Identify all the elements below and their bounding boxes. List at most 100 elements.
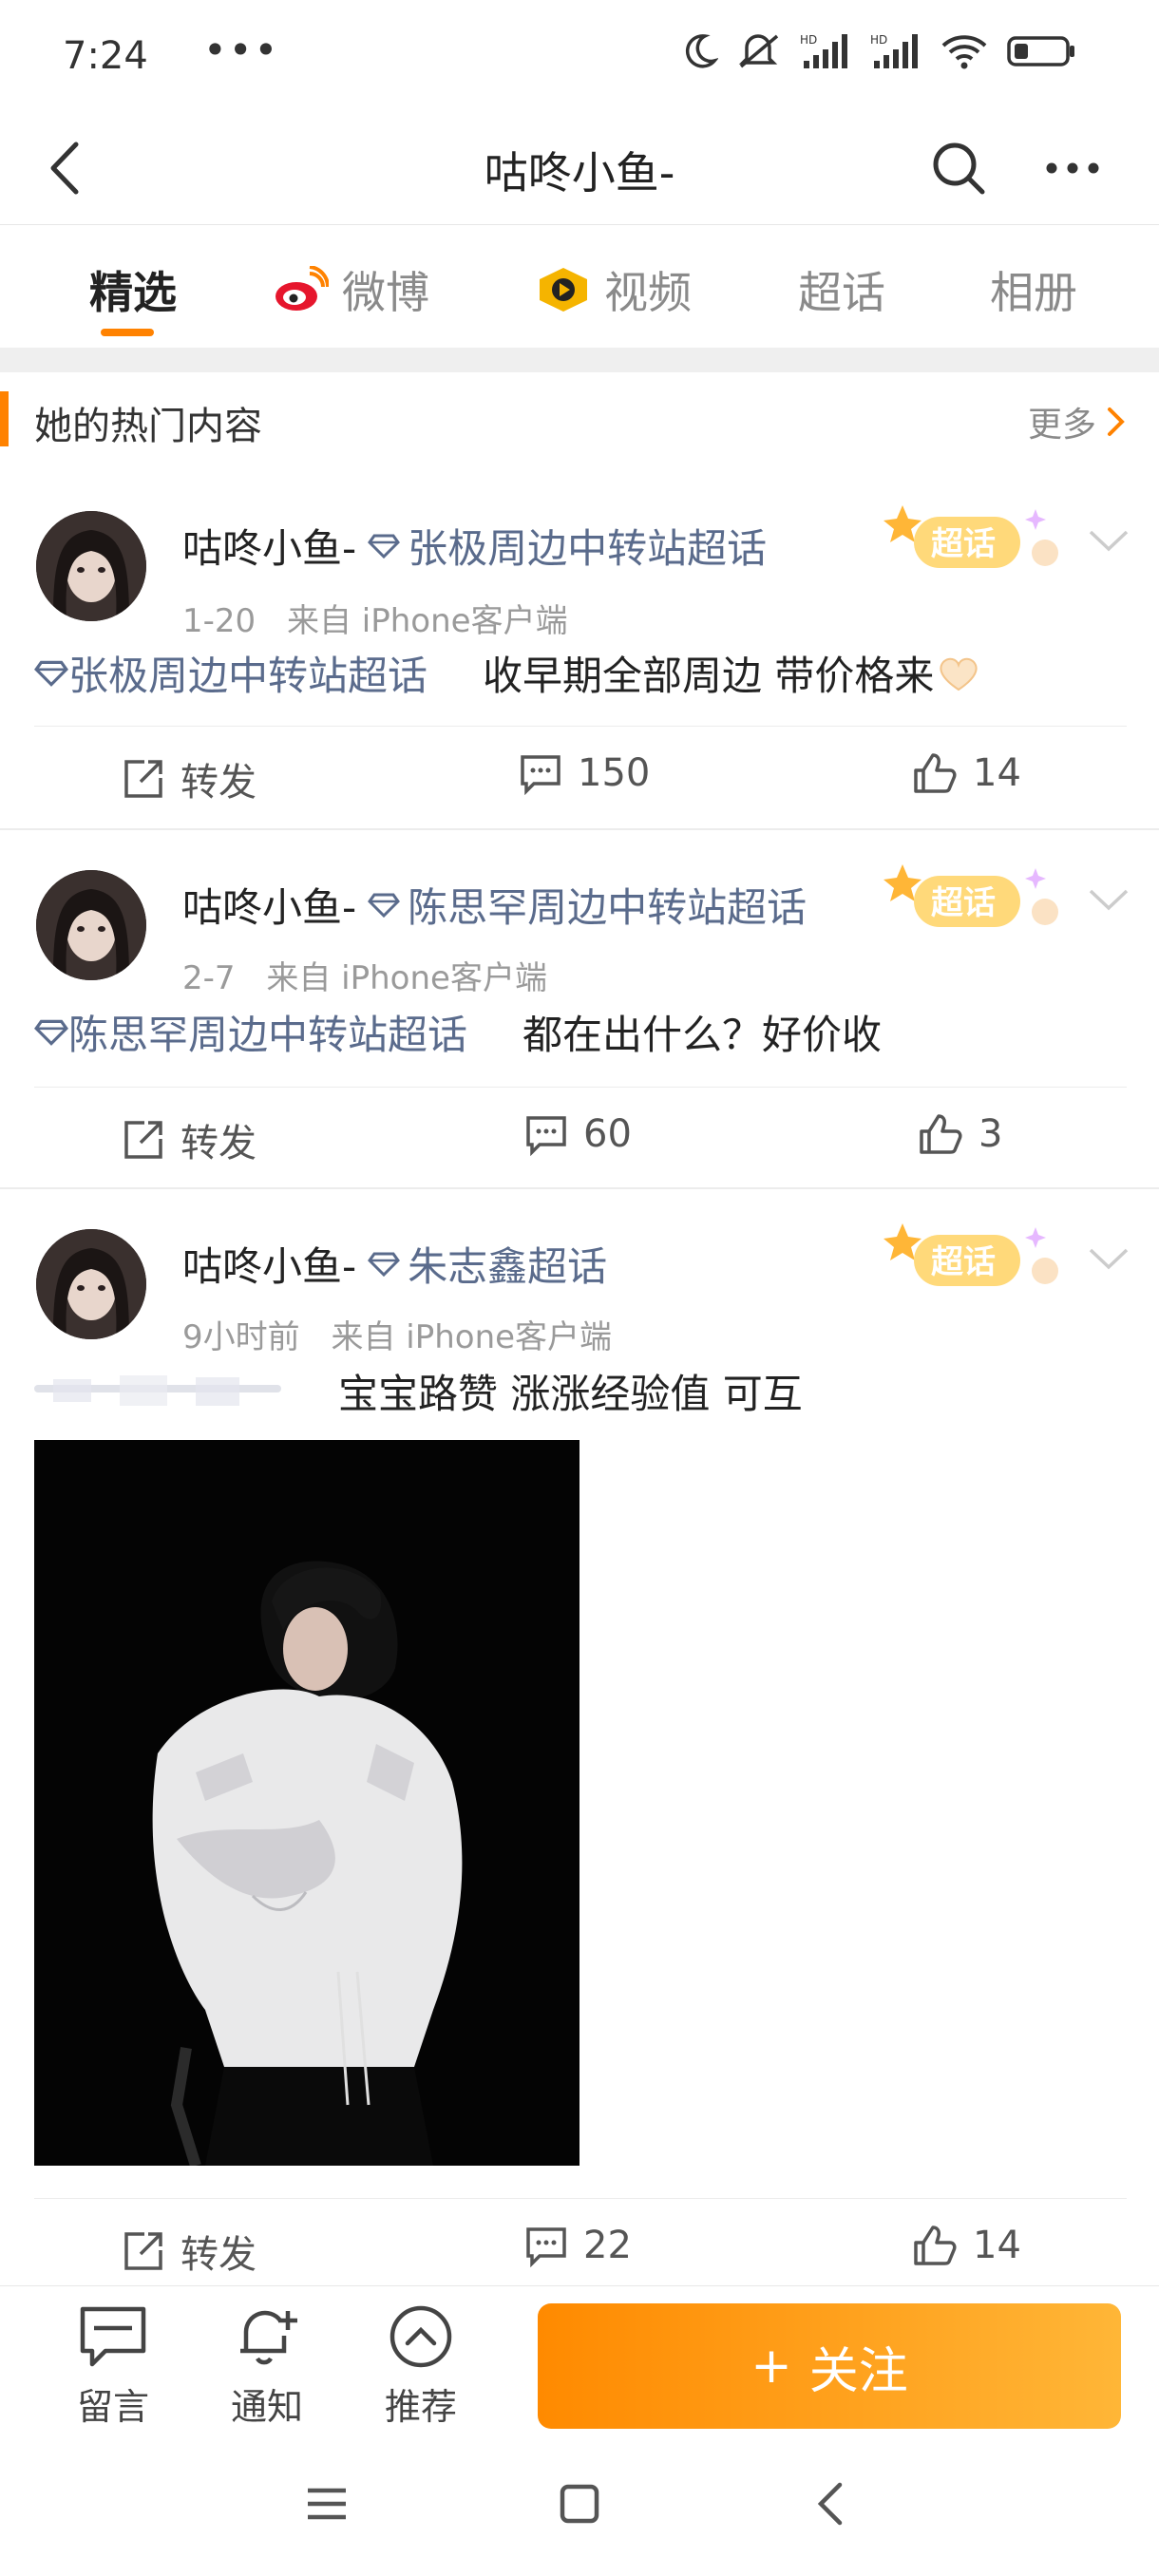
comment-icon <box>526 2227 566 2267</box>
supertopic-link[interactable]: 陈思罕周边中转站超话 <box>408 876 807 934</box>
username[interactable]: 咕咚小鱼- <box>182 517 356 575</box>
like-count: 14 <box>973 2224 1021 2267</box>
post-header: 咕咚小鱼- 陈思罕周边中转站超话 <box>182 876 807 934</box>
tab-album[interactable]: 相册 <box>990 258 1077 321</box>
topic-link-text: 张极周边中转站超话 <box>68 653 428 699</box>
supertopic-diamond-icon <box>368 893 401 918</box>
more-icon[interactable] <box>1039 135 1106 201</box>
tab-label: 超话 <box>798 267 885 318</box>
recommend-button[interactable]: 推荐 <box>369 2303 473 2430</box>
svg-text:HD: HD <box>800 33 817 47</box>
svg-text:超话: 超话 <box>931 525 996 563</box>
repost-button[interactable]: 转发 <box>122 751 256 806</box>
more-link[interactable]: 更多 <box>1028 397 1127 446</box>
comment-icon <box>526 1116 566 1156</box>
supertopic-badge: 超话 <box>884 1223 1058 1286</box>
tab-label: 相册 <box>990 267 1077 318</box>
repost-icon <box>124 760 162 798</box>
home-icon[interactable] <box>551 2475 608 2532</box>
tab-featured[interactable]: 精选 <box>89 258 177 321</box>
tab-video[interactable]: 视频 <box>536 258 692 321</box>
post-body: 宝宝路赞 涨涨经验值 可互 <box>34 1362 803 1420</box>
search-icon[interactable] <box>925 135 992 201</box>
notify-button[interactable]: 通知 <box>215 2303 319 2430</box>
chevron-up-circle-icon <box>390 2305 452 2368</box>
supertopic-diamond-icon <box>34 660 68 687</box>
source-prefix: 来自 <box>286 602 352 640</box>
supertopic-link[interactable]: 朱志鑫超话 <box>408 1235 607 1293</box>
post-text: 收早期全部周边 带价格来 <box>483 653 935 699</box>
post-actions: 转发 60 3 <box>34 1087 1127 1186</box>
post-date: 1-20 <box>182 602 256 640</box>
source-prefix: 来自 <box>266 959 332 997</box>
comment-count: 22 <box>583 2224 632 2267</box>
moon-icon <box>685 34 718 68</box>
comment-button[interactable]: 150 <box>519 751 650 795</box>
like-button[interactable]: 14 <box>912 751 1021 795</box>
blurred-topic-link[interactable] <box>34 1368 291 1415</box>
avatar[interactable] <box>36 1229 146 1339</box>
active-tab-indicator <box>101 329 154 336</box>
like-button[interactable]: 14 <box>912 2224 1021 2267</box>
username[interactable]: 咕咚小鱼- <box>182 1235 356 1293</box>
comment-button[interactable]: 60 <box>524 1112 632 1156</box>
svg-text:超话: 超话 <box>931 884 996 922</box>
menu-icon[interactable] <box>298 2475 355 2532</box>
section-title: 她的热门内容 <box>34 405 262 448</box>
back-nav-icon[interactable] <box>804 2475 861 2532</box>
section-divider <box>0 348 1159 372</box>
post-card[interactable]: 咕咚小鱼- 张极周边中转站超话 1-20 来自 iPhone客户端 超话 张极周… <box>0 469 1159 828</box>
chevron-down-icon[interactable] <box>1087 526 1130 555</box>
tab-supertopic[interactable]: 超话 <box>798 258 885 321</box>
chevron-right-icon <box>1108 407 1125 436</box>
post-source: iPhone客户端 <box>341 959 547 997</box>
status-icons: HD HD <box>680 32 1077 70</box>
weibo-icon <box>276 266 329 311</box>
mute-icon <box>738 34 779 68</box>
supertopic-diamond-icon <box>368 1252 401 1277</box>
status-time: 7:24 <box>63 34 148 78</box>
repost-button[interactable]: 转发 <box>122 1112 256 1167</box>
post-actions: 转发 150 14 <box>34 726 1127 825</box>
message-icon <box>80 2306 146 2367</box>
comment-tab-label: 留言 <box>76 2386 149 2428</box>
tab-weibo[interactable]: 微博 <box>274 258 429 321</box>
comment-count: 150 <box>578 751 651 795</box>
recommend-label: 推荐 <box>384 2386 457 2428</box>
topic-link[interactable]: 陈思罕周边中转站超话 <box>34 1003 467 1061</box>
post-card[interactable]: 咕咚小鱼- 陈思罕周边中转站超话 2-7 来自 iPhone客户端 超话 陈思罕… <box>0 830 1159 1187</box>
signal-icon-1: HD <box>800 33 847 68</box>
username[interactable]: 咕咚小鱼- <box>182 876 356 934</box>
header: 咕咚小鱼- <box>0 112 1159 225</box>
repost-button[interactable]: 转发 <box>122 2224 256 2279</box>
repost-label: 转发 <box>180 2233 256 2277</box>
repost-label: 转发 <box>180 761 256 805</box>
chevron-down-icon[interactable] <box>1087 885 1130 914</box>
like-button[interactable]: 3 <box>918 1112 1002 1156</box>
chevron-down-icon[interactable] <box>1087 1244 1130 1273</box>
post-card[interactable]: 咕咚小鱼- 朱志鑫超话 9小时前 来自 iPhone客户端 超话 宝宝路赞 涨涨… <box>0 1189 1159 2285</box>
supertopic-badge: 超话 <box>884 864 1058 927</box>
post-source: iPhone客户端 <box>406 1318 613 1356</box>
avatar[interactable] <box>36 870 146 980</box>
heart-hands-emoji-icon <box>940 657 978 691</box>
profile-tabs: 精选 微博 视频 超话 相册 <box>0 224 1159 348</box>
supertopic-link[interactable]: 张极周边中转站超话 <box>408 517 767 575</box>
notification-dots: ••• <box>203 27 280 73</box>
wifi-icon <box>941 35 987 69</box>
video-icon <box>540 268 587 312</box>
post-source: iPhone客户端 <box>361 602 568 640</box>
avatar[interactable] <box>36 511 146 621</box>
comment-tab-button[interactable]: 留言 <box>61 2303 165 2430</box>
comment-button[interactable]: 22 <box>524 2224 632 2267</box>
follow-button[interactable]: + 关注 <box>538 2303 1121 2429</box>
post-image[interactable] <box>34 1440 580 2166</box>
like-count: 14 <box>973 751 1021 795</box>
section-accent-bar <box>0 391 9 446</box>
system-nav-bar <box>0 2437 1159 2576</box>
topic-link[interactable]: 张极周边中转站超话 <box>34 644 428 702</box>
notify-label: 通知 <box>230 2386 303 2428</box>
supertopic-badge: 超话 <box>884 505 1058 568</box>
thumbs-up-icon <box>920 1114 962 1154</box>
tab-label: 精选 <box>89 267 177 318</box>
